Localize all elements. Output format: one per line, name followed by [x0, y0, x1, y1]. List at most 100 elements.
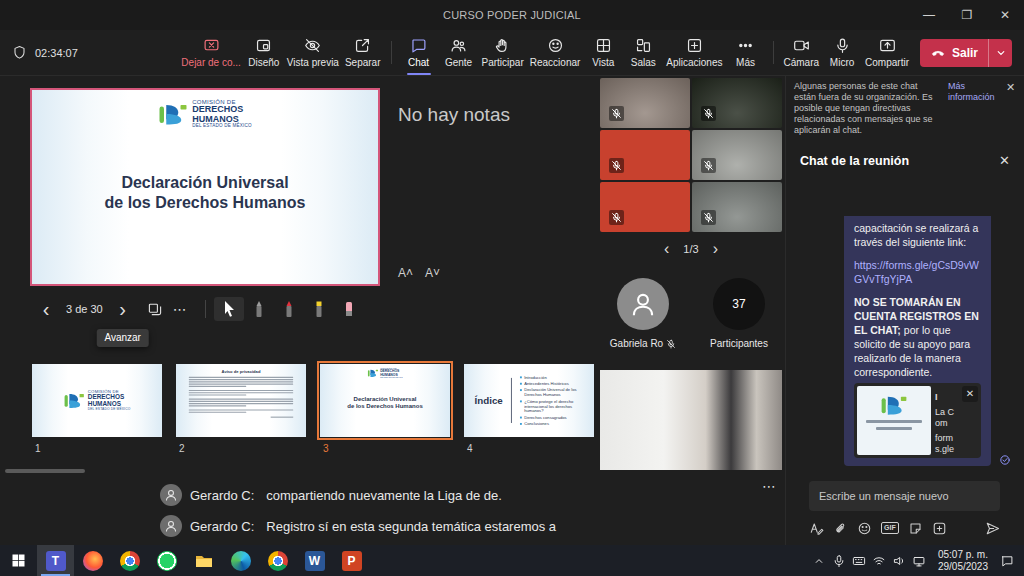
message-link[interactable]: https://forms.gle/gCsD9vWGVvTfgYjPA [854, 258, 981, 286]
next-slide-button[interactable]: › Avanzar [113, 299, 133, 319]
chat-close-button[interactable]: ✕ [999, 153, 1010, 168]
reaction-icon[interactable] [857, 521, 872, 536]
leave-main[interactable]: Salir [920, 39, 988, 67]
annotation-tool[interactable] [214, 297, 244, 321]
maximize-button[interactable]: ❐ [948, 0, 986, 30]
keyboard-icon[interactable] [852, 554, 866, 568]
message-list: capacitación se realizará a través del s… [786, 174, 1024, 476]
annotation-tool[interactable] [274, 297, 304, 321]
leave-dropdown[interactable] [988, 39, 1012, 67]
slide-canvas: Aviso de privacidad [176, 364, 306, 437]
toolbar-button[interactable]: Vista [583, 30, 623, 75]
toolbar-button[interactable]: Separar [342, 30, 384, 75]
attach-icon[interactable] [833, 521, 848, 536]
participants-count[interactable]: 37Participantes [702, 278, 776, 350]
taskbar-app[interactable] [222, 545, 259, 576]
toolbar-button[interactable]: Cámara [781, 30, 823, 75]
current-slide: COMISIÓN DEDERECHOSHUMANOSDEL ESTADO DE … [30, 88, 380, 286]
toolbar-group: ChatGenteParticiparReaccionarVistaSalasA… [399, 30, 766, 75]
start-button[interactable] [0, 545, 37, 576]
font-size-button[interactable]: A˅ [425, 266, 440, 280]
video-tile[interactable] [600, 130, 690, 180]
toolbar-button[interactable]: Dejar de co... [178, 30, 243, 75]
gif-button[interactable]: GIF [881, 522, 899, 534]
minimize-button[interactable]: — [910, 0, 948, 30]
link-preview-card[interactable]: ILa Comforms.gle✕ [854, 383, 981, 458]
slides-overview-icon[interactable] [147, 301, 163, 317]
mic-off-icon [611, 108, 622, 119]
clock[interactable]: 05:07 p. m.29/05/2023 [938, 549, 988, 573]
wifi-icon[interactable] [872, 554, 886, 568]
toolbar-button[interactable]: Salas [623, 30, 663, 75]
message-input[interactable]: Escribe un mensaje nuevo [809, 481, 1000, 511]
previous-slide-button[interactable]: ‹ [36, 299, 56, 319]
more-options-button[interactable]: ⋯ [173, 301, 187, 317]
toolbar-button[interactable]: Participar [479, 30, 527, 75]
more-info-link[interactable]: Más información [948, 81, 1000, 136]
annotation-tool[interactable] [304, 297, 334, 321]
chevron-up-icon[interactable] [812, 554, 826, 568]
taskbar-app[interactable] [185, 545, 222, 576]
leave-button[interactable]: Salir [920, 39, 1012, 67]
logo-text: DERECHOS [88, 394, 131, 401]
video-more-button[interactable]: ⋯ [600, 478, 782, 494]
tooltip: Avanzar [96, 329, 149, 347]
scrollbar[interactable] [5, 469, 85, 473]
video-tile[interactable] [692, 130, 782, 180]
preview-description: La Com [935, 407, 958, 429]
toolbar-button[interactable]: Gente [439, 30, 479, 75]
slide-thumbnail[interactable]: COMISIÓN DEDERECHOSHUMANOSDEL ESTADO DE … [320, 364, 450, 455]
text-line [189, 377, 293, 378]
toolbar-button[interactable]: Más [726, 30, 766, 75]
video-tile[interactable] [692, 78, 782, 128]
video-tile[interactable] [600, 182, 690, 232]
notification-icon[interactable] [1000, 554, 1014, 568]
volume-icon[interactable] [892, 554, 906, 568]
slide-paragraph [189, 390, 293, 396]
stop-sharing-icon [203, 37, 220, 54]
sticker-icon[interactable] [908, 521, 923, 536]
presenter-video[interactable] [600, 370, 782, 470]
speaker-notes: No hay notasA˄A˅ [398, 88, 598, 286]
send-icon[interactable] [985, 521, 1000, 536]
toolbar-button[interactable]: Aplicaciones [663, 30, 725, 75]
loop-icon[interactable] [932, 521, 947, 536]
annotation-tool[interactable] [244, 297, 274, 321]
taskbar-app[interactable]: W [296, 545, 333, 576]
clock-date: 29/05/2023 [938, 561, 988, 573]
notice-close-button[interactable]: ✕ [1006, 81, 1018, 136]
video-tile[interactable] [692, 182, 782, 232]
toolbar-button[interactable]: Chat [399, 30, 439, 75]
video-tile[interactable] [600, 78, 690, 128]
toolbar-button[interactable]: Diseño [244, 30, 284, 75]
monitor-icon[interactable] [912, 554, 926, 568]
taskbar-app[interactable] [74, 545, 111, 576]
next-page-button[interactable]: › [713, 241, 718, 257]
toolbar-button[interactable]: Vista previa [284, 30, 342, 75]
bullet-icon [520, 389, 522, 391]
taskbar-app[interactable] [111, 545, 148, 576]
slide-number: 3 [320, 443, 450, 455]
slide-thumbnail[interactable]: COMISIÓN DEDERECHOSHUMANOSDEL ESTADO DE … [32, 364, 162, 455]
preview-close-button[interactable]: ✕ [962, 386, 978, 402]
annotation-tool[interactable] [334, 297, 364, 321]
close-button[interactable]: ✕ [986, 0, 1024, 30]
toolbar-button[interactable]: Compartir [862, 30, 912, 75]
participant-avatar[interactable]: Gabriela Ro [606, 278, 680, 350]
taskbar-app[interactable] [259, 545, 296, 576]
slide-title: Declaración Universalde los Derechos Hum… [105, 173, 306, 213]
mic-icon[interactable] [832, 554, 846, 568]
index-item: ¿Cómo protege el derecho internacional l… [520, 399, 586, 414]
format-icon[interactable] [809, 521, 824, 536]
live-captions: Gerardo C:compartiendo nuevamente la Lig… [0, 483, 598, 538]
taskbar-app[interactable]: P [333, 545, 370, 576]
toolbar-button[interactable]: Micro [822, 30, 862, 75]
font-size-button[interactable]: A˄ [398, 266, 413, 280]
taskbar-app[interactable]: T [37, 545, 74, 576]
toolbar-button[interactable]: Reaccionar [527, 30, 584, 75]
previous-page-button[interactable]: ‹ [664, 241, 669, 257]
slide-thumbnail[interactable]: Aviso de privacidad2 [176, 364, 306, 455]
slide-thumbnail[interactable]: ÍndiceIntroducciónAntecedentes Histórico… [464, 364, 594, 455]
rooms-icon [635, 37, 652, 54]
taskbar-app[interactable] [148, 545, 185, 576]
